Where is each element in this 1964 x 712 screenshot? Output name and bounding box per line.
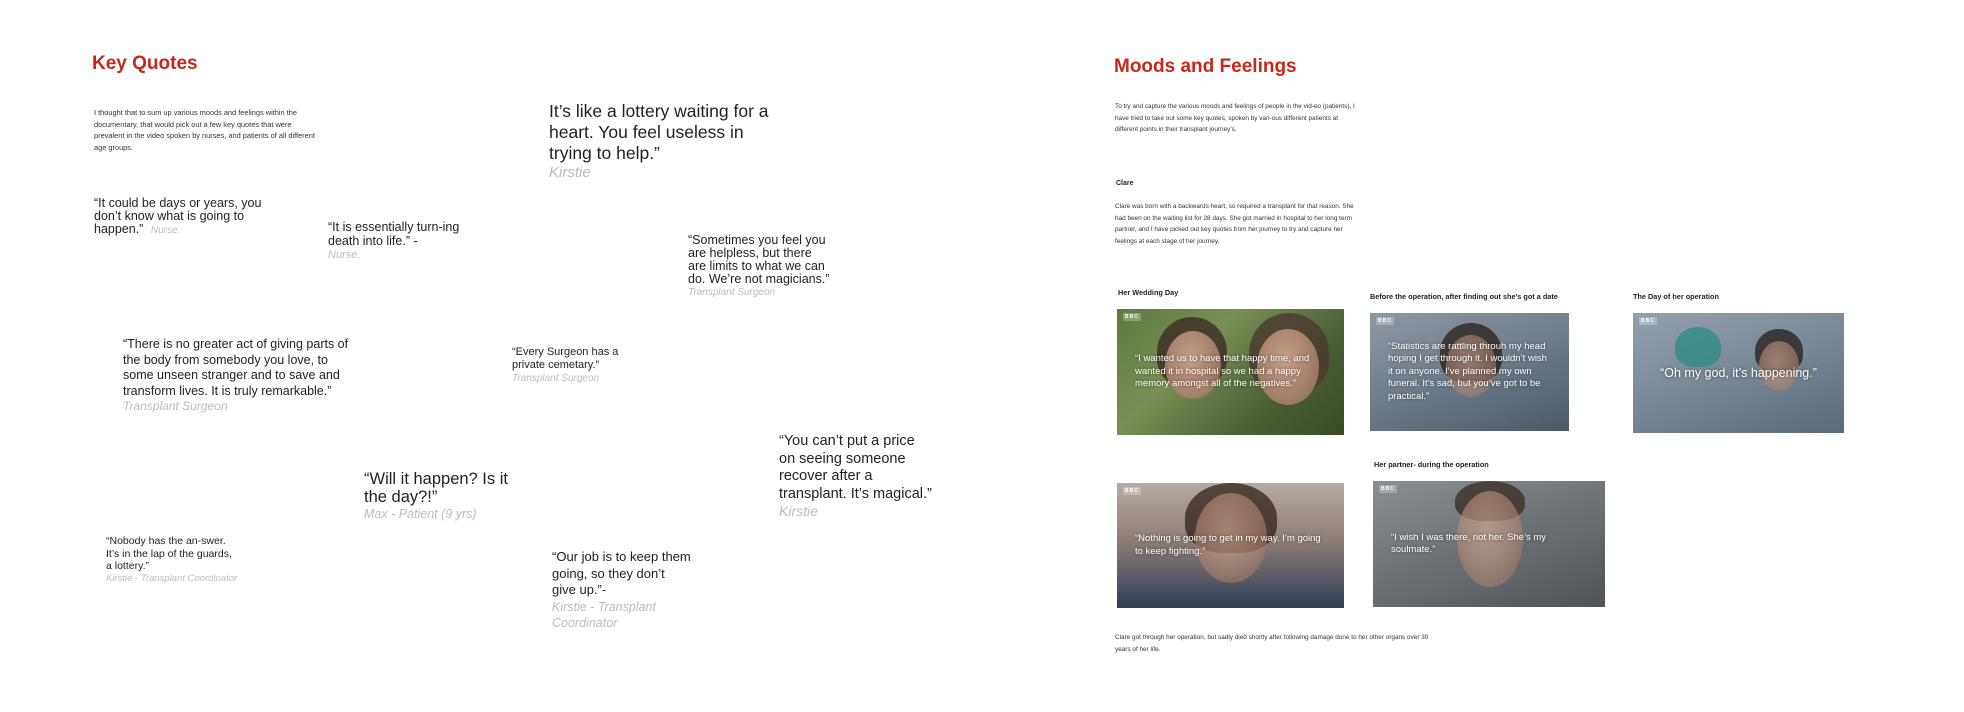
key-quotes-intro: I thought that to sum up various moods a… [94,108,315,152]
bbc-logo: BBC [1123,313,1141,321]
quote-card: “There is no greater act of giving parts… [123,337,356,415]
bbc-logo: BBC [1376,317,1394,325]
quote-card: “Will it happen? Is it the day?!” Max - … [364,470,514,522]
quote-attribution: Nurse. [150,225,181,236]
quote-text: “It is essentially turn-ing death into l… [328,220,460,248]
still-quote: “Nothing is going to get in my way. I’m … [1135,533,1321,557]
quote-text: “There is no greater act of giving parts… [123,337,349,398]
quote-attribution: Kirstie [549,164,591,181]
still-caption: Her partner- during the operation [1374,460,1489,469]
quote-text: “Our job is to keep them going, so they … [552,549,691,597]
still-quote: “I wanted us to have that happy time, an… [1135,353,1310,390]
closing-note: Clare got through her operation, but sad… [1115,634,1429,653]
video-still-partner: BBC “I wish I was there, not her. She’s … [1373,481,1605,607]
moods-intro: To try and capture the various moods and… [1115,103,1355,133]
video-still-wedding: BBC “I wanted us to have that happy time… [1117,309,1344,435]
quote-text: “Will it happen? Is it the day?!” [364,470,508,506]
quote-card: It’s like a lottery waiting for a heart.… [549,101,791,182]
key-quotes-title: Key Quotes [92,53,198,74]
quote-card: “Our job is to keep them going, so they … [552,549,692,632]
moods-feelings-title: Moods and Feelings [1114,56,1297,77]
still-quote: “Statistics are rattling throuh my head … [1388,341,1547,402]
still-caption: The Day of her operation [1633,292,1719,301]
quote-card: “Sometimes you feel you are helpless, bu… [688,234,830,300]
quote-text: “Nobody has the an-swer. It’s in the lap… [106,535,232,572]
video-still-day-of-operation: BBC “Oh my god, it’s happening.” [1633,313,1844,433]
person-name: Clare [1116,180,1134,187]
quote-text: “Sometimes you feel you are helpless, bu… [688,233,830,286]
quote-attribution: Kirstie - Transplant Coordinator [552,599,656,631]
quote-card: “Nobody has the an-swer. It’s in the lap… [106,535,238,585]
still-quote: “I wish I was there, not her. She’s my s… [1391,531,1547,555]
still-caption: Before the operation, after finding out … [1370,292,1558,301]
quote-attribution: Transplant Surgeon [512,373,600,384]
quote-text: “You can’t put a price on seeing someone… [779,433,932,502]
bbc-logo: BBC [1379,485,1397,493]
quote-attribution: Kirstie - Transplant Coordinator [106,572,238,584]
quote-attribution: Transplant Surgeon [688,287,776,298]
bbc-logo: BBC [1123,487,1141,495]
video-still-before-operation: BBC “Statistics are rattling throuh my h… [1370,313,1569,431]
quote-attribution: Nurse. [328,249,361,261]
bbc-logo: BBC [1639,317,1657,325]
quote-attribution: Kirstie [779,503,818,519]
quote-card: “You can’t put a price on seeing someone… [779,433,934,521]
video-still-keep-fighting: BBC “Nothing is going to get in my way. … [1117,483,1344,608]
quote-card: “It could be days or years, you don’t kn… [94,197,290,237]
quote-attribution: Max - Patient (9 yrs) [364,507,477,521]
person-bio: Clare was born with a backwards heart, s… [1115,203,1354,245]
quote-text: “Every Surgeon has a private cemetary.” [512,346,619,371]
quote-card: “It is essentially turn-ing death into l… [328,220,473,262]
quote-card: “Every Surgeon has a private cemetary.” … [512,346,644,385]
still-quote: “Oh my god, it’s happening.” [1660,365,1817,380]
quote-attribution: Transplant Surgeon [123,399,228,413]
quote-text: It’s like a lottery waiting for a heart.… [549,101,769,163]
still-caption: Her Wedding Day [1118,288,1179,297]
